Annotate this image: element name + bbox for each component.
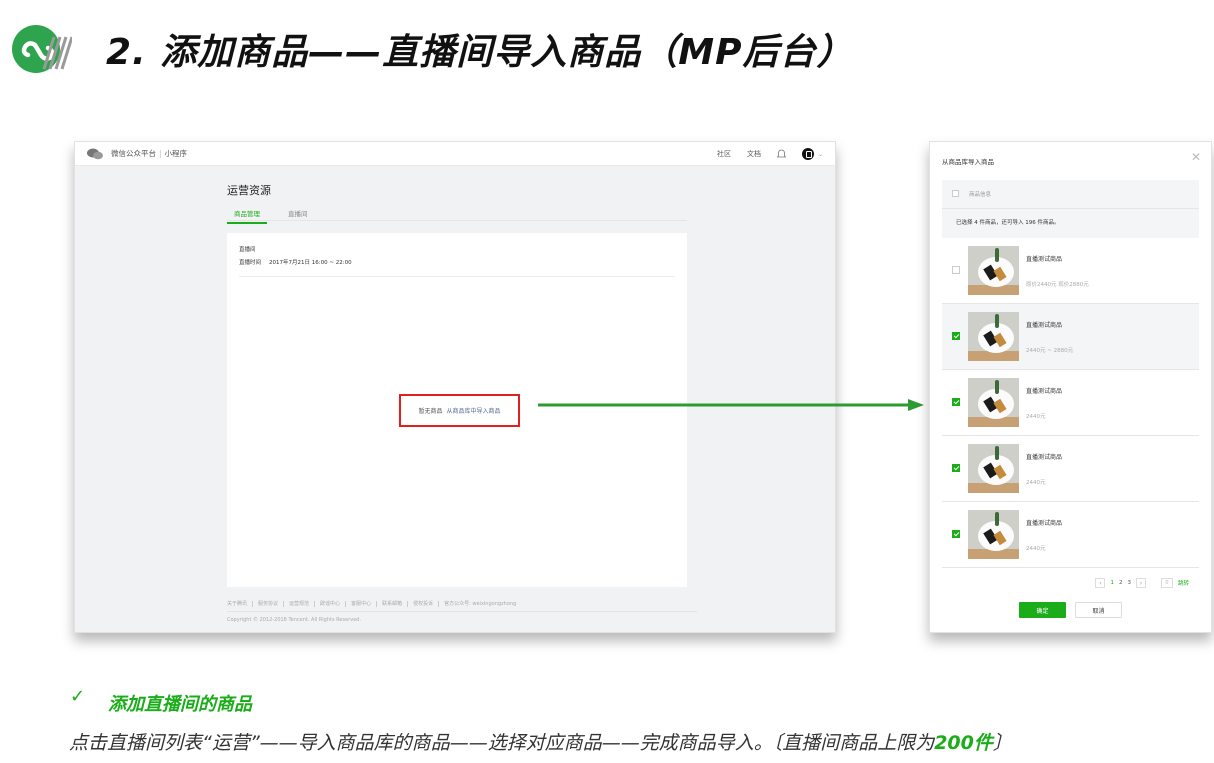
room-time-value: 2017年7月21日 16:00 ~ 22:00	[269, 260, 352, 266]
slide-title: 2. 添加商品——直播间导入商品（MP后台）	[106, 32, 854, 73]
page-number[interactable]: 2	[1119, 580, 1123, 586]
check-icon: ✓	[70, 686, 86, 707]
empty-state-highlight: 暂无商品 从商品库中导入商品	[399, 394, 520, 427]
room-time-label: 直播时间	[239, 260, 262, 266]
chevron-left-icon[interactable]: ‹	[1095, 578, 1106, 588]
item-checkbox[interactable]	[952, 332, 960, 340]
item-checkbox[interactable]	[952, 266, 960, 274]
footer-link[interactable]: 官方公众号: weixingongzhong	[438, 601, 521, 607]
caption-text-end: 〕	[992, 732, 1012, 754]
list-item[interactable]: 直播测试商品 2440元	[942, 502, 1199, 568]
product-thumbnail	[968, 246, 1019, 295]
selection-summary: 已选择 4 件商品，还可导入 196 件商品。	[956, 220, 1060, 226]
item-name: 直播测试商品	[1026, 322, 1063, 329]
list-item[interactable]: 直播测试商品 2440元	[942, 436, 1199, 502]
chevron-down-icon[interactable]: ⌄	[818, 151, 823, 158]
product-limit: 200件	[934, 732, 993, 754]
item-checkbox[interactable]	[952, 464, 960, 472]
mini-program-logo-icon	[12, 25, 72, 73]
tab-live-room[interactable]: 直播间	[281, 208, 315, 224]
product-thumbnail	[968, 444, 1019, 493]
mp-footer: 关于腾讯 服务协议 运营规范 辟谣中心 客服中心 联系邮箱 侵权投诉 官方公众号…	[227, 601, 697, 623]
item-price: 原价2440元 现价2880元	[1026, 282, 1089, 288]
footer-link[interactable]: 辟谣中心	[314, 601, 345, 607]
item-name: 直播测试商品	[1026, 388, 1063, 395]
list-item[interactable]: 直播测试商品 2440元	[942, 370, 1199, 436]
import-dialog: 从商品库导入商品 ✕ 商品信息 已选择 4 件商品，还可导入 196 件商品。 …	[929, 141, 1212, 633]
brand-name[interactable]: 微信公众平台	[111, 149, 156, 158]
item-checkbox[interactable]	[952, 398, 960, 406]
import-from-library-link[interactable]: 从商品库中导入商品	[447, 406, 501, 415]
header-divider	[942, 208, 1199, 209]
nav-community[interactable]: 社区	[717, 149, 731, 159]
page-number[interactable]: 1	[1110, 580, 1114, 586]
close-icon[interactable]: ✕	[1191, 151, 1201, 163]
item-price: 2440元 ~ 2880元	[1026, 348, 1074, 354]
room-name: 直播间	[239, 247, 256, 253]
caption-heading: 添加直播间的商品	[108, 694, 252, 715]
list-item[interactable]: 直播测试商品 2440元 ~ 2880元	[942, 304, 1199, 370]
footer-link[interactable]: 服务协议	[252, 601, 283, 607]
page-jump-button[interactable]: 跳转	[1178, 579, 1189, 587]
nav-docs[interactable]: 文档	[747, 149, 761, 159]
cancel-button[interactable]: 取消	[1075, 602, 1122, 618]
item-price: 2440元	[1026, 480, 1046, 486]
header-label: 商品信息	[969, 192, 992, 198]
chevron-right-icon[interactable]: ›	[1135, 578, 1146, 588]
empty-text: 暂无商品	[418, 408, 443, 415]
footer-links: 关于腾讯 服务协议 运营规范 辟谣中心 客服中心 联系邮箱 侵权投诉 官方公众号…	[227, 601, 697, 607]
room-time: 直播时间 2017年7月21日 16:00 ~ 22:00	[239, 258, 352, 266]
product-thumbnail	[968, 378, 1019, 427]
tabs-divider	[227, 220, 687, 221]
item-price: 2440元	[1026, 546, 1046, 552]
mp-nav: 社区 文档 ⌄	[717, 148, 823, 160]
copyright: Copyright © 2012-2018 Tencent. All Right…	[227, 617, 362, 623]
page-jump-input[interactable]: 0	[1160, 578, 1173, 588]
mp-backend-screenshot: 微信公众平台 | 小程序 社区 文档 ⌄ 运营资源 商品管理 直播间 直播间 直播时…	[74, 141, 836, 633]
footer-link[interactable]: 侵权投诉	[407, 601, 438, 607]
item-price: 2440元	[1026, 414, 1046, 420]
item-name: 直播测试商品	[1026, 454, 1063, 461]
item-checkbox[interactable]	[952, 530, 960, 538]
item-name: 直播测试商品	[1026, 520, 1063, 527]
mp-topbar: 微信公众平台 | 小程序 社区 文档 ⌄	[75, 142, 835, 166]
select-all-checkbox[interactable]	[952, 190, 959, 197]
card-divider	[239, 276, 675, 277]
product-name: 小程序	[164, 149, 188, 158]
dialog-title: 从商品库导入商品	[942, 158, 994, 166]
caption-body: 点击直播间列表“运营”——导入商品库的商品——选择对应商品——完成商品导入。〔直…	[69, 728, 1012, 755]
dialog-table-header: 商品信息 已选择 4 件商品，还可导入 196 件商品。	[942, 180, 1199, 238]
pagination: ‹ 1 2 3 › 0 跳转	[1095, 578, 1189, 588]
bell-icon[interactable]	[776, 149, 786, 159]
mp-brand: 微信公众平台 | 小程序	[111, 149, 188, 158]
footer-link[interactable]: 客服中心	[345, 601, 376, 607]
footer-link[interactable]: 联系邮箱	[376, 601, 407, 607]
product-thumbnail	[968, 312, 1019, 361]
product-thumbnail	[968, 510, 1019, 559]
footer-divider	[227, 611, 697, 612]
mp-tabs: 商品管理 直播间	[227, 208, 315, 224]
list-item[interactable]: 直播测试商品 原价2440元 现价2880元	[942, 238, 1199, 304]
page-number[interactable]: 3	[1127, 580, 1131, 586]
avatar[interactable]	[801, 148, 814, 160]
wechat-logo-icon	[87, 148, 103, 160]
tab-product-management[interactable]: 商品管理	[227, 208, 267, 224]
confirm-button[interactable]: 确定	[1019, 602, 1066, 618]
footer-link[interactable]: 关于腾讯	[227, 601, 252, 607]
page-title: 运营资源	[227, 184, 271, 197]
item-name: 直播测试商品	[1026, 256, 1063, 263]
footer-link[interactable]: 运营规范	[283, 601, 314, 607]
caption-text: 点击直播间列表“运营”——导入商品库的商品——选择对应商品——完成商品导入。〔直…	[69, 732, 935, 754]
arrow-right-icon	[538, 399, 924, 411]
